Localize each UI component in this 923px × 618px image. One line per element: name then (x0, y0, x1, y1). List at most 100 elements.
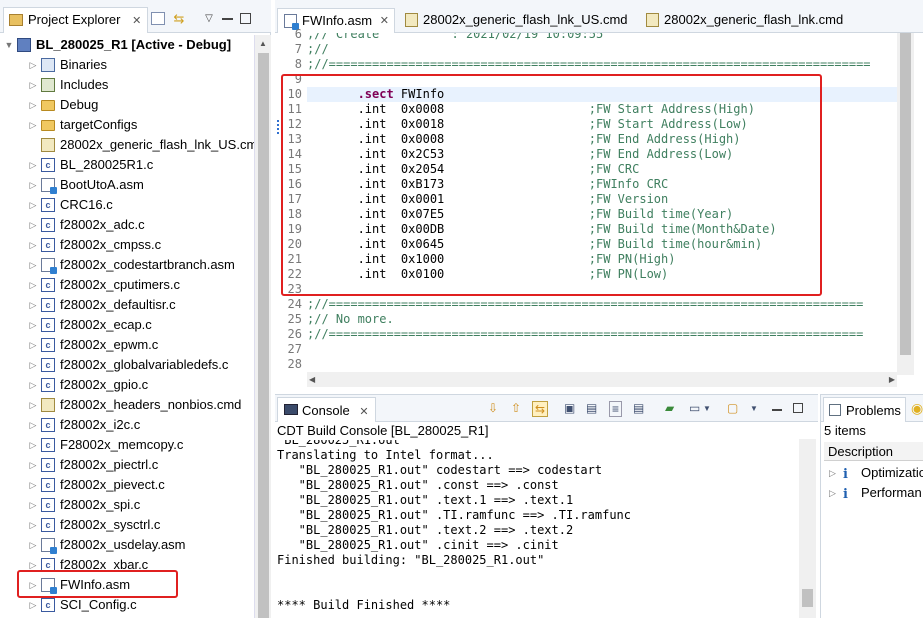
chevron-down-icon[interactable]: ▼ (750, 404, 758, 413)
chevron-icon[interactable]: ▷ (28, 315, 38, 335)
tree-item[interactable]: ▷ c f28002x_piectrl.c (0, 455, 254, 475)
chevron-icon[interactable]: ▷ (28, 375, 38, 395)
chevron-icon[interactable]: ▷ (28, 55, 38, 75)
tree-item[interactable]: 28002x_generic_flash_lnk_US.cmd (0, 135, 254, 155)
chevron-icon[interactable]: ▷ (829, 483, 836, 503)
view-menu-icon[interactable]: ▽ (202, 12, 216, 25)
tab-project-explorer[interactable]: Project Explorer ✕ (3, 7, 149, 33)
clear-console-icon[interactable]: ▤ (633, 401, 644, 415)
pin-console-icon[interactable]: ▣ (564, 401, 575, 415)
scroll-up-icon[interactable]: ⇧ (511, 401, 521, 415)
chevron-icon[interactable]: ▷ (28, 215, 38, 235)
chevron-icon[interactable]: ▼ (4, 35, 14, 55)
chevron-icon[interactable]: ▷ (28, 495, 38, 515)
chevron-icon[interactable]: ▷ (28, 255, 38, 275)
console-scrollbar[interactable] (799, 439, 816, 618)
word-wrap-icon[interactable]: ≡ (609, 401, 623, 417)
close-icon[interactable]: ✕ (380, 14, 389, 27)
maximize-icon[interactable] (240, 13, 251, 24)
new-console-icon[interactable]: ▢ (727, 401, 738, 415)
editor-tab[interactable]: 28002x_generic_flash_lnk.cmd (640, 8, 870, 33)
chevron-icon[interactable]: ▷ (829, 463, 836, 483)
tree-item[interactable]: ▷ targetConfigs (0, 115, 254, 135)
chevron-icon[interactable]: ▷ (28, 555, 38, 575)
code-line[interactable]: ;// No more. (307, 312, 394, 327)
tree-item[interactable]: ▷ c f28002x_cmpss.c (0, 235, 254, 255)
code-line[interactable]: ;// (307, 42, 329, 57)
code-line[interactable]: .int 0x0008 ;FW End Address(High) (307, 132, 741, 147)
tree-item[interactable]: ▷ Includes (0, 75, 254, 95)
maximize-icon[interactable] (793, 403, 803, 413)
tree-item[interactable]: ▷ c f28002x_gpio.c (0, 375, 254, 395)
chevron-icon[interactable]: ▷ (28, 235, 38, 255)
scroll-up-icon[interactable]: ▲ (259, 39, 267, 48)
tree-item[interactable]: ▷ c f28002x_sysctrl.c (0, 515, 254, 535)
tab-problems[interactable]: Problems (823, 397, 906, 422)
code-line[interactable]: ;//=====================================… (307, 57, 871, 72)
minimize-icon[interactable] (222, 18, 233, 20)
project-tree-scrollbar[interactable]: ▲ (254, 35, 271, 618)
column-header-description[interactable]: Description (824, 442, 923, 461)
chevron-icon[interactable]: ▷ (28, 595, 38, 615)
scrollbar-thumb[interactable] (802, 589, 813, 607)
chevron-down-icon[interactable]: ▼ (703, 404, 711, 413)
editor-horizontal-scrollbar[interactable]: ◀ ▶ (307, 372, 897, 387)
console-output[interactable]: "BL_280025_R1.out" Translating to Intel f… (277, 440, 797, 618)
tree-item[interactable]: ▷ c f28002x_xbar.c (0, 555, 254, 575)
tab-console[interactable]: Console ✕ (277, 397, 376, 422)
copy-build-log-icon[interactable]: ▤ (586, 401, 597, 415)
chevron-icon[interactable]: ▷ (28, 335, 38, 355)
tree-item[interactable]: ▷ Binaries (0, 55, 254, 75)
scroll-right-icon[interactable]: ▶ (889, 372, 895, 387)
tree-item[interactable]: ▷ c f28002x_pievect.c (0, 475, 254, 495)
code-line[interactable]: .int 0x0008 ;FW Start Address(High) (307, 102, 755, 117)
tree-item[interactable]: ▷ c SCI_Config.c (0, 595, 254, 615)
chevron-icon[interactable]: ▷ (28, 415, 38, 435)
code-line[interactable]: ;//=====================================… (307, 327, 863, 342)
chevron-icon[interactable]: ▷ (28, 175, 38, 195)
tree-item[interactable]: ▷ c f28002x_cputimers.c (0, 275, 254, 295)
tree-item[interactable]: ▷ c f28002x_globalvariabledefs.c (0, 355, 254, 375)
tree-item[interactable]: ▷ c BL_280025R1.c (0, 155, 254, 175)
chevron-icon[interactable]: ▷ (28, 115, 38, 135)
tree-item[interactable]: ▷ c f28002x_i2c.c (0, 415, 254, 435)
scrollbar-thumb[interactable] (900, 33, 911, 355)
scroll-lock-icon[interactable]: ⇆ (532, 401, 549, 417)
chevron-icon[interactable]: ▷ (28, 575, 38, 595)
code-line[interactable]: ;//=====================================… (307, 297, 863, 312)
chevron-icon[interactable]: ▷ (28, 75, 38, 95)
chevron-icon[interactable]: ▷ (28, 195, 38, 215)
minimize-icon[interactable] (772, 409, 782, 411)
open-console-icon[interactable]: ▰ (665, 401, 674, 415)
code-line[interactable]: .int 0x0001 ;FW Version (307, 192, 669, 207)
tree-item[interactable]: ▷ c f28002x_spi.c (0, 495, 254, 515)
chevron-icon[interactable]: ▷ (28, 515, 38, 535)
lightbulb-icon[interactable]: ◉ (911, 400, 923, 417)
code-line[interactable]: .int 0x2054 ;FW CRC (307, 162, 640, 177)
tree-item[interactable]: ▼ BL_280025_R1 [Active - Debug] (0, 35, 254, 55)
chevron-icon[interactable]: ▷ (28, 475, 38, 495)
code-line[interactable]: .int 0x0018 ;FW Start Address(Low) (307, 117, 748, 132)
code-line[interactable]: .int 0x07E5 ;FW Build time(Year) (307, 207, 734, 222)
tree-item[interactable]: ▷ f28002x_codestartbranch.asm (0, 255, 254, 275)
scroll-down-icon[interactable]: ⇩ (488, 401, 498, 415)
chevron-icon[interactable]: ▷ (28, 535, 38, 555)
tree-item[interactable]: ▷ f28002x_usdelay.asm (0, 535, 254, 555)
scrollbar-thumb[interactable] (258, 53, 269, 618)
tree-item[interactable]: ▷ Debug (0, 95, 254, 115)
chevron-icon[interactable]: ▷ (28, 275, 38, 295)
tree-item[interactable]: ▷ c f28002x_defaultisr.c (0, 295, 254, 315)
editor-tab[interactable]: 28002x_generic_flash_lnk_US.cmd (399, 8, 637, 33)
tree-item[interactable]: ▷ c f28002x_epwm.c (0, 335, 254, 355)
chevron-icon[interactable]: ▷ (28, 435, 38, 455)
chevron-icon[interactable]: ▷ (28, 95, 38, 115)
link-editor-icon[interactable]: ⇆ (172, 12, 186, 25)
chevron-icon[interactable]: ▷ (28, 455, 38, 475)
tree-item[interactable]: ▷ f28002x_headers_nonbios.cmd (0, 395, 254, 415)
code-line[interactable]: .int 0x2C53 ;FW End Address(Low) (307, 147, 734, 162)
close-icon[interactable]: ✕ (132, 15, 141, 27)
code-line[interactable]: .sect FWInfo (307, 87, 897, 102)
collapse-all-icon[interactable] (151, 12, 165, 25)
display-console-icon[interactable]: ▭ (689, 401, 700, 415)
code-line[interactable]: .int 0x0100 ;FW PN(Low) (307, 267, 669, 282)
